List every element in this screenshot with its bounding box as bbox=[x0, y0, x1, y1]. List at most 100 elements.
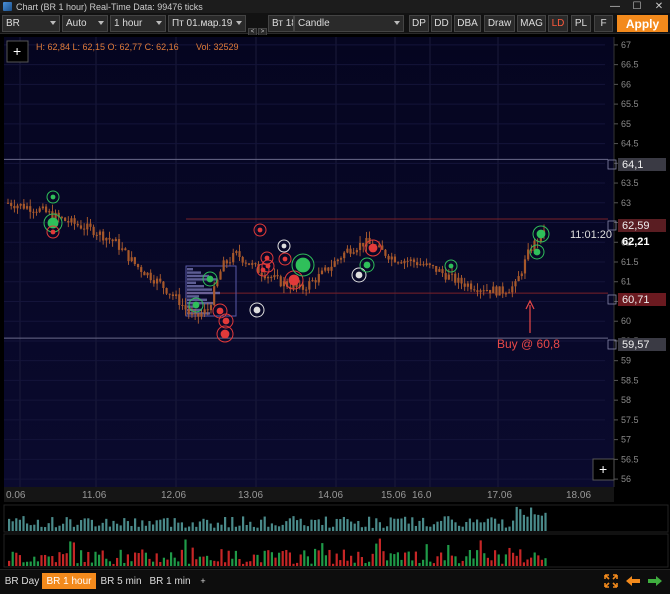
dba-button[interactable]: DBA bbox=[454, 15, 481, 32]
symbol-select[interactable]: BR bbox=[2, 15, 60, 32]
delta-bar bbox=[270, 552, 273, 566]
zoom-in-button-bottom[interactable]: + bbox=[592, 458, 615, 481]
add-tab-button[interactable]: + bbox=[196, 573, 210, 589]
delta-bar bbox=[353, 562, 356, 566]
level-high-text: 64,1 bbox=[622, 159, 643, 171]
volume-bar bbox=[501, 519, 504, 531]
volume-bar bbox=[378, 522, 381, 531]
volume-bar bbox=[414, 525, 417, 531]
price-tick-label: 61 bbox=[621, 277, 631, 287]
trade-marker-dot bbox=[368, 243, 378, 253]
delta-bar bbox=[414, 551, 417, 566]
delta-bar bbox=[292, 563, 295, 566]
volume-bar bbox=[155, 520, 158, 531]
delta-bar bbox=[245, 561, 248, 566]
dd-button[interactable]: DD bbox=[431, 15, 452, 32]
volume-bar bbox=[425, 526, 428, 531]
scroll-left-button[interactable] bbox=[623, 572, 643, 590]
delta-bar bbox=[44, 554, 47, 566]
candle-body bbox=[22, 203, 25, 209]
candle-body bbox=[48, 211, 51, 213]
profile-bar bbox=[187, 268, 193, 271]
delta-bar bbox=[188, 563, 191, 566]
delta-bar bbox=[249, 561, 252, 566]
price-tick-label: 57.5 bbox=[621, 415, 639, 425]
candle-body bbox=[171, 294, 175, 296]
mag-button[interactable]: MAG bbox=[517, 15, 546, 32]
delta-bar bbox=[314, 548, 317, 566]
delta-bar bbox=[162, 557, 165, 566]
maximize-button[interactable]: ☐ bbox=[626, 0, 648, 13]
delta-bar bbox=[137, 553, 140, 566]
f-button[interactable]: F bbox=[594, 15, 613, 32]
candle-body bbox=[447, 274, 450, 280]
arrow-right-icon bbox=[648, 576, 662, 586]
candle-body bbox=[377, 245, 381, 247]
candle-body bbox=[83, 228, 86, 230]
delta-bar bbox=[274, 557, 277, 566]
volume-bar bbox=[234, 526, 237, 531]
candle-body bbox=[428, 263, 431, 266]
window-titlebar: Chart (BR 1 hour) Real-Time Data: 99476 … bbox=[0, 0, 670, 13]
delta-bar bbox=[335, 553, 338, 566]
candle-body bbox=[504, 293, 508, 295]
volume-bar bbox=[288, 518, 291, 531]
scroll-right-button[interactable] bbox=[645, 572, 665, 590]
pl-button[interactable]: PL bbox=[571, 15, 591, 32]
time-tick-label: 13.06 bbox=[238, 490, 263, 501]
volume-bar bbox=[40, 526, 43, 531]
dp-button[interactable]: DP bbox=[409, 15, 429, 32]
minimize-button[interactable]: — bbox=[604, 0, 626, 13]
price-tick-label: 60 bbox=[621, 316, 631, 326]
chart-area[interactable]: 6766.56665.56564.56463.56362.56261.56160… bbox=[0, 35, 670, 568]
delta-bar bbox=[512, 552, 515, 566]
volume-bar bbox=[360, 527, 363, 531]
price-chart[interactable]: 6766.56665.56564.56463.56362.56261.56160… bbox=[0, 35, 670, 568]
scale-select[interactable]: Auto bbox=[62, 15, 108, 32]
delta-bar bbox=[256, 554, 259, 566]
timeframe-select[interactable]: 1 hour bbox=[110, 15, 166, 32]
delta-bar bbox=[285, 549, 288, 566]
volume-bar bbox=[407, 523, 410, 531]
zoom-in-button-top[interactable]: + bbox=[6, 40, 29, 63]
tab-br-5-min[interactable]: BR 5 min bbox=[98, 573, 144, 589]
volume-bar bbox=[299, 518, 302, 531]
date-to-field[interactable]: Вт 18 bbox=[268, 15, 294, 32]
delta-bar bbox=[332, 563, 335, 566]
delta-bar bbox=[530, 557, 533, 566]
fit-button[interactable] bbox=[601, 572, 621, 590]
delta-bar bbox=[238, 559, 241, 566]
delta-bar bbox=[58, 552, 61, 566]
apply-button[interactable]: Apply bbox=[617, 15, 668, 32]
delta-bar bbox=[144, 552, 147, 566]
candle-body bbox=[527, 249, 530, 260]
chart-type-select[interactable]: Candle bbox=[294, 15, 404, 32]
candle-body bbox=[390, 256, 393, 260]
candle-body bbox=[450, 273, 454, 275]
delta-bar bbox=[350, 555, 353, 566]
tab-br-1-min[interactable]: BR 1 min bbox=[148, 573, 192, 589]
volume-bar bbox=[83, 518, 86, 531]
tab-br-day[interactable]: BR Day bbox=[3, 573, 41, 589]
close-button[interactable]: ✕ bbox=[648, 0, 670, 13]
delta-bar bbox=[101, 550, 104, 566]
volume-bar bbox=[432, 524, 435, 531]
volume-bar bbox=[375, 518, 378, 531]
candle-body bbox=[305, 289, 308, 291]
delta-bar bbox=[213, 560, 216, 566]
candle-body bbox=[485, 290, 489, 292]
ld-button[interactable]: LD bbox=[548, 15, 568, 32]
delta-bar bbox=[195, 559, 198, 566]
candle-body bbox=[403, 260, 406, 264]
volume-bar bbox=[94, 526, 97, 531]
volume-bar bbox=[90, 519, 93, 531]
delta-bar bbox=[389, 553, 392, 566]
candle-body bbox=[197, 313, 200, 317]
tab-br-1-hour[interactable]: BR 1 hour bbox=[42, 573, 96, 589]
delta-bar bbox=[26, 561, 29, 566]
draw-button[interactable]: Draw bbox=[484, 15, 515, 32]
candle-body bbox=[73, 218, 76, 224]
volume-bar bbox=[119, 525, 122, 531]
candle-body bbox=[25, 206, 29, 209]
date-from-field[interactable]: Пт 01.мар.19 bbox=[168, 15, 246, 32]
